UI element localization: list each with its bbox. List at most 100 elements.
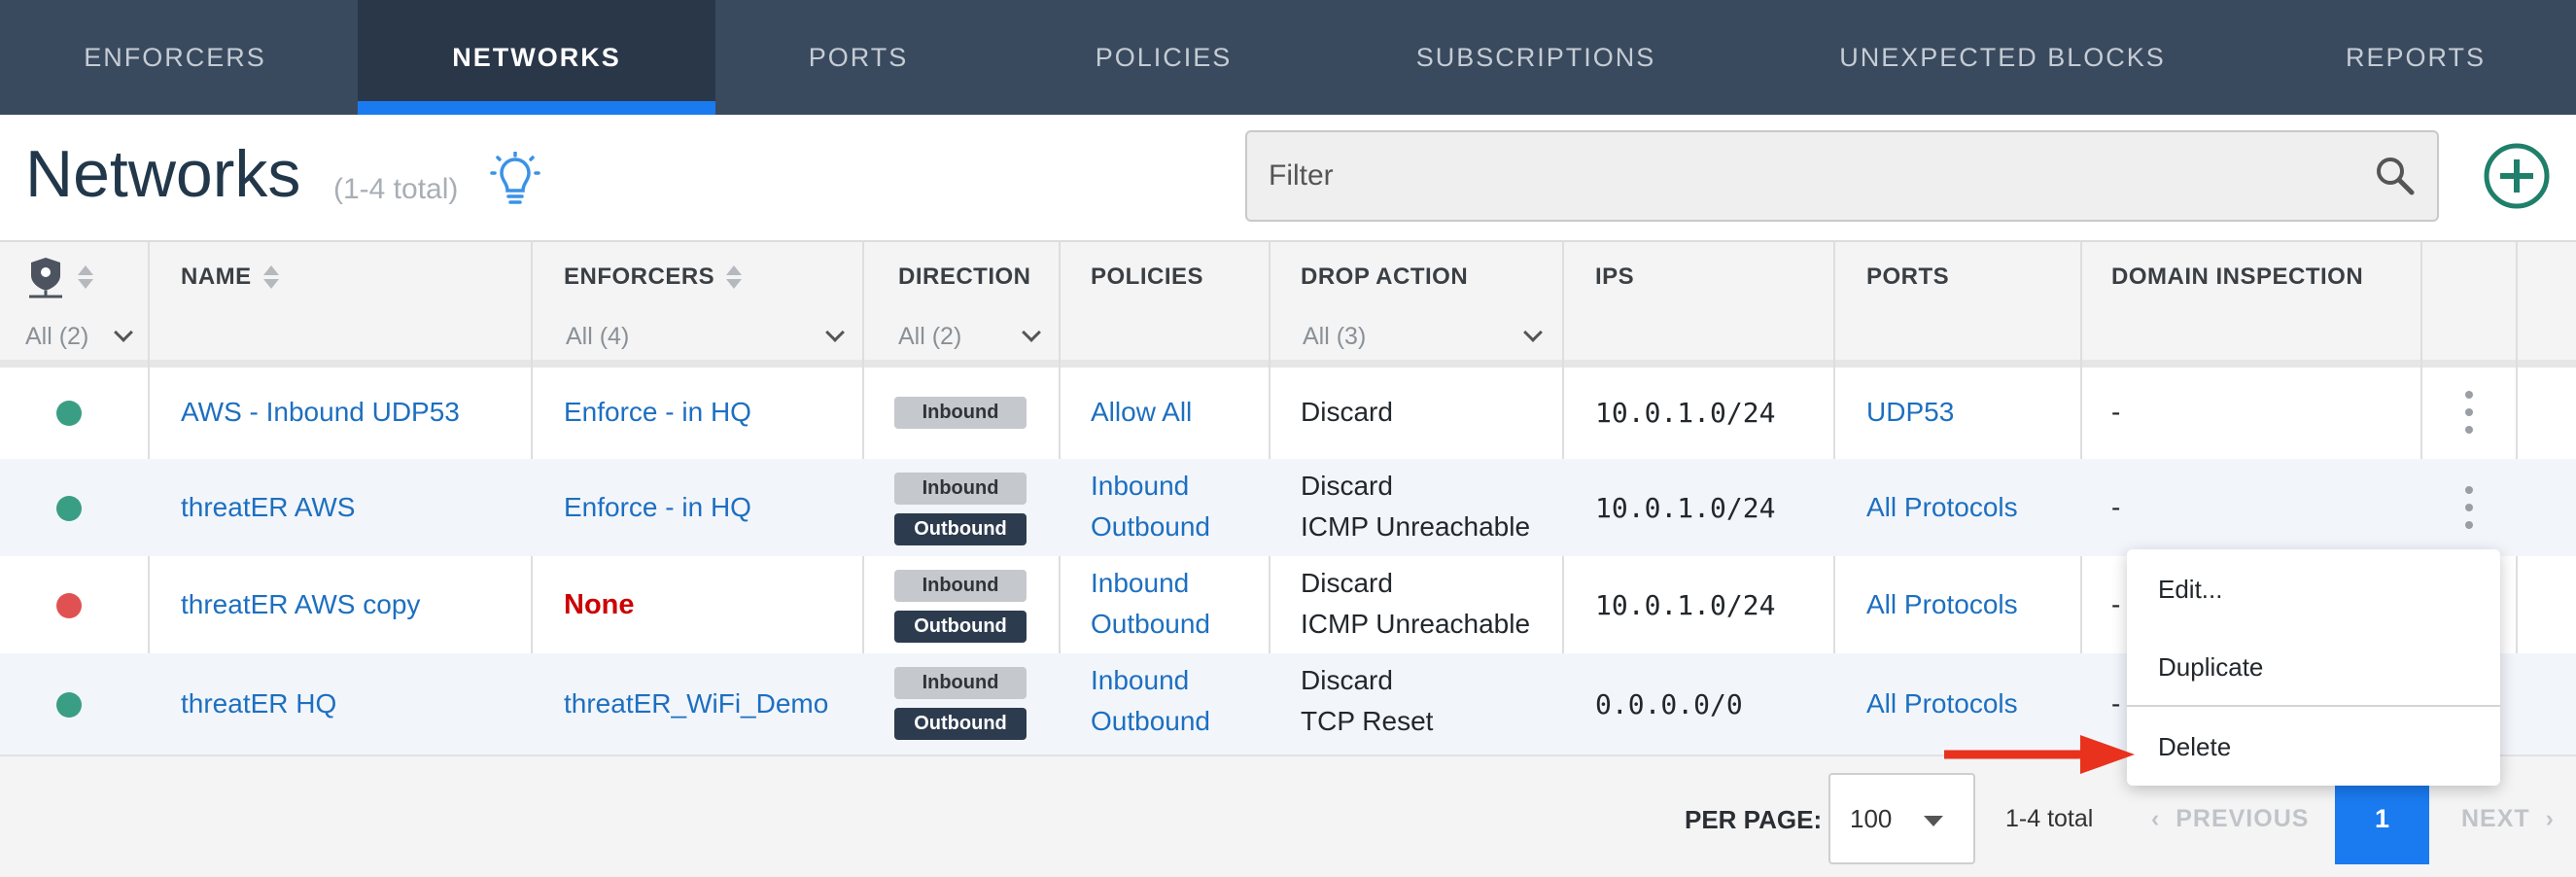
ports-link[interactable]: UDP53 [1866, 397, 1954, 428]
next-label: NEXT [2461, 805, 2530, 832]
table-row[interactable]: threatER AWS Enforce - in HQ Inbound Out… [0, 459, 2576, 556]
lightbulb-icon[interactable] [488, 152, 542, 206]
menu-divider [2127, 705, 2500, 707]
network-name-link[interactable]: threatER AWS copy [181, 589, 420, 620]
col-name-header[interactable]: NAME [181, 240, 279, 313]
status-filter-select[interactable]: All (2) [25, 313, 142, 360]
chevron-down-icon [1022, 323, 1041, 342]
col-ips-header: IPS [1595, 263, 1635, 290]
row-actions-kebab-icon[interactable] [2465, 391, 2473, 434]
per-page-value: 100 [1850, 804, 1893, 833]
ips-value: 10.0.1.0/24 [1595, 589, 1776, 621]
network-name-link[interactable]: threatER HQ [181, 688, 336, 719]
page-title: Networks [25, 137, 301, 211]
policy-link[interactable]: Outbound [1091, 706, 1210, 737]
filter-input[interactable] [1269, 132, 2338, 220]
ports-link[interactable]: All Protocols [1866, 492, 2018, 523]
next-page-button[interactable]: NEXT › [2461, 805, 2555, 833]
direction-filter-value: All (2) [898, 322, 962, 350]
status-filter-value: All (2) [25, 322, 89, 350]
drop-action: Discard [1301, 471, 1393, 501]
drop-action: Discard [1301, 665, 1393, 695]
policy-link[interactable]: Inbound [1091, 471, 1189, 502]
total-count: 1-4 total [2005, 805, 2094, 832]
policy-link[interactable]: Outbound [1091, 511, 1210, 543]
header-divider [0, 360, 2576, 368]
tab-ports[interactable]: PORTS [715, 0, 1001, 115]
network-name-link[interactable]: AWS - Inbound UDP53 [181, 397, 460, 428]
table-filter-row [0, 313, 2576, 360]
drop-action: ICMP Unreachable [1301, 511, 1531, 542]
domain-inspection-value: - [2111, 492, 2121, 522]
chevron-right-icon: › [2529, 805, 2555, 832]
chevron-left-icon: ‹ [2151, 805, 2176, 832]
policy-link[interactable]: Inbound [1091, 665, 1189, 696]
row-context-menu: Edit... Duplicate Delete [2127, 549, 2500, 786]
status-dot [56, 496, 82, 521]
row-actions-kebab-icon[interactable] [2465, 486, 2473, 529]
menu-item-duplicate[interactable]: Duplicate [2158, 652, 2263, 683]
direction-badge-inbound: Inbound [894, 570, 1027, 602]
drop-action: ICMP Unreachable [1301, 609, 1531, 639]
drop-action: Discard [1301, 568, 1393, 598]
annotation-arrow-icon [1944, 735, 2135, 774]
enforcer-link[interactable]: Enforce - in HQ [564, 492, 751, 523]
col-domain-inspection-header: DOMAIN INSPECTION [2111, 263, 2364, 290]
ips-value: 10.0.1.0/24 [1595, 492, 1776, 524]
enforcers-filter-value: All (4) [566, 322, 630, 350]
policy-link[interactable]: Inbound [1091, 568, 1189, 599]
tab-unexpected-blocks[interactable]: UNEXPECTED BLOCKS [1769, 0, 2236, 115]
add-network-button[interactable] [2483, 142, 2551, 210]
sort-icon[interactable] [726, 263, 743, 291]
tab-policies[interactable]: POLICIES [1021, 0, 1306, 115]
sort-icon[interactable] [78, 263, 93, 291]
direction-badge-inbound: Inbound [894, 473, 1027, 505]
network-name-link[interactable]: threatER AWS [181, 492, 355, 523]
per-page-label: PER PAGE: [1685, 805, 1823, 834]
previous-page-button[interactable]: ‹ PREVIOUS [2151, 805, 2309, 833]
menu-item-edit[interactable]: Edit... [2158, 575, 2222, 605]
filter-box [1245, 130, 2439, 222]
table-row[interactable]: AWS - Inbound UDP53 Enforce - in HQ Inbo… [0, 368, 2576, 459]
search-icon[interactable] [2373, 154, 2418, 198]
caret-down-icon [1924, 816, 1943, 826]
enforcer-none-label: None [564, 589, 635, 620]
domain-inspection-value: - [2111, 589, 2121, 619]
menu-item-delete[interactable]: Delete [2158, 732, 2231, 762]
ports-link[interactable]: All Protocols [1866, 589, 2018, 620]
sort-icon[interactable] [262, 263, 279, 291]
chevron-down-icon [825, 323, 845, 342]
tab-enforcers[interactable]: ENFORCERS [0, 0, 350, 115]
top-nav: ENFORCERS NETWORKS PORTS POLICIES SUBSCR… [0, 0, 2576, 115]
domain-inspection-value: - [2111, 688, 2121, 719]
col-policies-header: POLICIES [1091, 263, 1204, 290]
page-count: (1-4 total) [333, 173, 459, 205]
col-name-label: NAME [181, 263, 252, 290]
direction-filter-select[interactable]: All (2) [898, 313, 1050, 360]
col-enforcers-header[interactable]: ENFORCERS [564, 240, 743, 313]
chevron-down-icon [1523, 323, 1543, 342]
drop-action-filter-select[interactable]: All (3) [1303, 313, 1551, 360]
tab-networks[interactable]: NETWORKS [358, 0, 715, 115]
ports-link[interactable]: All Protocols [1866, 688, 2018, 719]
drop-action: Discard [1301, 397, 1393, 427]
ips-value: 0.0.0.0/0 [1595, 688, 1743, 720]
policy-link[interactable]: Outbound [1091, 609, 1210, 640]
policy-link[interactable]: Allow All [1091, 397, 1192, 428]
chevron-down-icon [114, 323, 133, 342]
enforcer-link[interactable]: threatER_WiFi_Demo [564, 688, 828, 719]
direction-badge-inbound: Inbound [894, 397, 1027, 429]
col-drop-action-header: DROP ACTION [1301, 263, 1469, 290]
direction-badge-inbound: Inbound [894, 667, 1027, 699]
per-page-select[interactable]: 100 [1828, 773, 1975, 864]
direction-badge-outbound: Outbound [894, 513, 1027, 545]
col-status-header[interactable] [25, 240, 93, 313]
page-1-button[interactable]: 1 [2335, 773, 2429, 864]
col-enforcers-label: ENFORCERS [564, 263, 715, 290]
tab-subscriptions[interactable]: SUBSCRIPTIONS [1341, 0, 1730, 115]
direction-badge-outbound: Outbound [894, 708, 1027, 740]
enforcer-link[interactable]: Enforce - in HQ [564, 397, 751, 428]
tab-reports[interactable]: REPORTS [2304, 0, 2527, 115]
enforcers-filter-select[interactable]: All (4) [566, 313, 853, 360]
previous-label: PREVIOUS [2176, 805, 2310, 832]
